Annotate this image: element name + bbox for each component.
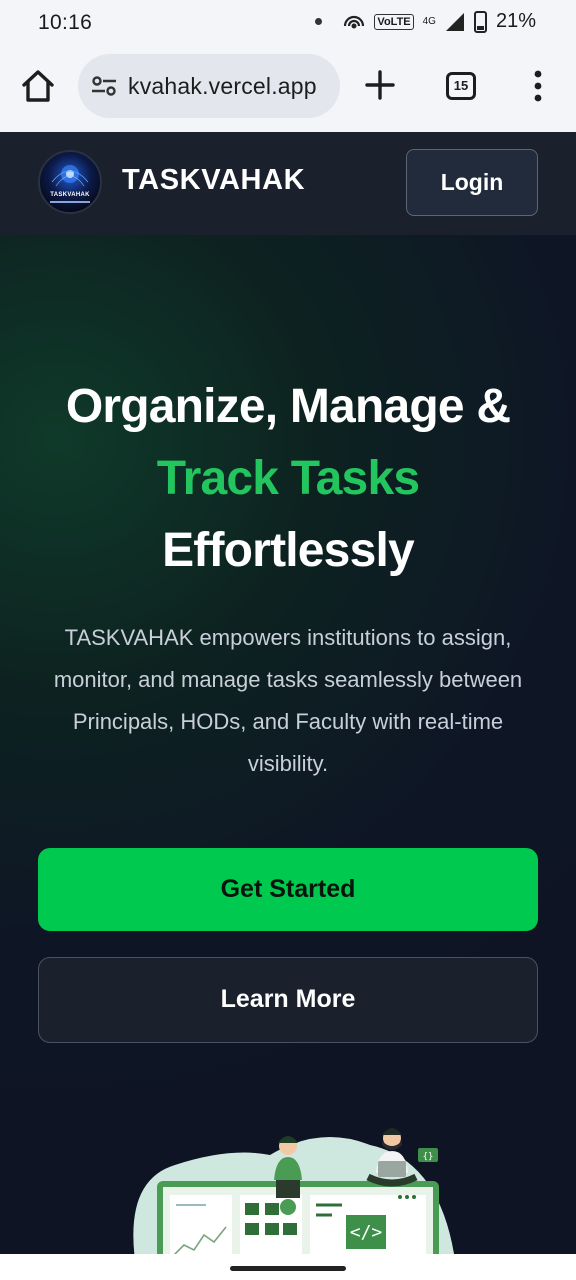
hero-headline: Organize, Manage & Track Tasks Effortles… <box>0 371 576 587</box>
site-settings-icon[interactable] <box>90 72 118 100</box>
site-header: TASKVAHAK TASKVAHAK Login <box>0 132 576 235</box>
browser-toolbar: kvahak.vercel.app 15 <box>0 44 576 132</box>
svg-text:</>: </> <box>350 1222 383 1243</box>
logo-text: TASKVAHAK <box>50 192 90 198</box>
status-time: 10:16 <box>38 11 93 34</box>
logo-underline <box>50 201 90 203</box>
get-started-button[interactable]: Get Started <box>38 848 538 931</box>
headline-accent: Track Tasks <box>156 452 420 505</box>
status-icons: VoLTE 4G 21% <box>315 10 536 33</box>
status-bar: 10:16 VoLTE 4G 21% <box>0 0 576 44</box>
url-text[interactable]: kvahak.vercel.app <box>128 73 317 100</box>
hero-illustration: </> {} <box>133 1128 454 1254</box>
more-menu-icon[interactable] <box>528 68 548 104</box>
logo-emblem-icon <box>51 165 89 187</box>
tab-switcher-button[interactable]: 15 <box>446 72 476 100</box>
hero-section: Organize, Manage & Track Tasks Effortles… <box>0 235 576 1254</box>
battery-level: 21% <box>495 10 536 32</box>
navigation-gesture-area <box>0 1254 576 1280</box>
notification-dot-icon <box>315 18 323 25</box>
headline-line-3: Effortlessly <box>162 524 415 577</box>
home-gesture-handle[interactable] <box>230 1266 346 1271</box>
new-tab-icon[interactable] <box>363 68 397 102</box>
signal-icon <box>445 12 464 31</box>
address-bar[interactable]: kvahak.vercel.app <box>78 54 340 118</box>
svg-text:{}: {} <box>423 1152 434 1162</box>
network-type: 4G <box>422 16 436 27</box>
hero-description: TASKVAHAK empowers institutions to assig… <box>53 625 523 776</box>
battery-icon <box>473 10 487 33</box>
learn-more-button[interactable]: Learn More <box>38 957 538 1043</box>
headline-line-1: Organize, Manage & <box>65 380 511 433</box>
volte-badge: VoLTE <box>374 13 414 30</box>
brand-logo[interactable]: TASKVAHAK <box>38 150 102 214</box>
home-icon[interactable] <box>18 66 58 106</box>
brand-name[interactable]: TASKVAHAK <box>122 164 305 197</box>
login-button[interactable]: Login <box>406 149 538 216</box>
hotspot-icon <box>344 15 365 28</box>
